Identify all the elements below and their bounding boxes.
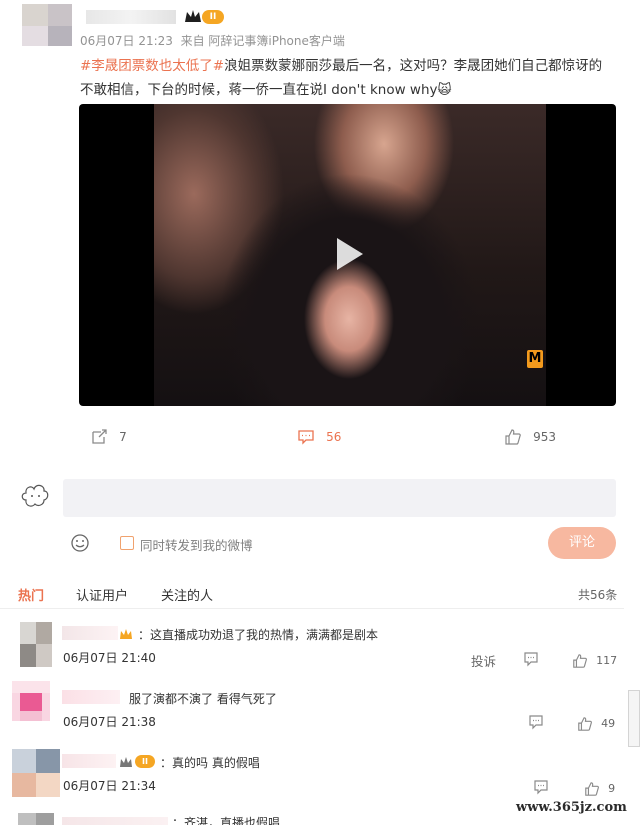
hashtag-link[interactable]: #李晟团票数也太低了# <box>80 58 224 74</box>
comment-text: 服了演都不演了 看得气死了 <box>129 692 277 706</box>
comment-username[interactable] <box>62 690 120 704</box>
video-player[interactable]: M <box>79 104 616 406</box>
comment-avatar[interactable] <box>12 749 60 797</box>
comment-time: 06月07日 21:40 <box>63 651 156 665</box>
comment-username[interactable] <box>62 817 168 825</box>
tab-following[interactable]: 关注的人 <box>161 585 213 604</box>
user-avatar-placeholder <box>18 478 52 512</box>
comment-like-button[interactable]: 9 <box>584 778 615 796</box>
commenter-badge-icon <box>119 626 133 640</box>
comment-count: 56 <box>326 429 342 444</box>
thumb-up-icon <box>585 781 599 796</box>
comment-like-count: 117 <box>596 654 618 667</box>
comment-icon <box>298 429 314 445</box>
author-name[interactable] <box>86 10 176 24</box>
thumb-up-icon <box>573 653 587 668</box>
comment-text: ：这直播成功劝退了我的热情，满满都是剧本 <box>138 628 379 642</box>
comment-reply-icon[interactable] <box>528 714 544 730</box>
post-text: #李晟团票数也太低了#浪姐票数蒙娜丽莎最后一名，这对吗？李晟团她们自己都惊讶的 … <box>80 54 620 102</box>
comment-avatar[interactable] <box>20 622 52 667</box>
comment-like-count: 9 <box>608 782 616 795</box>
like-count: 953 <box>533 429 556 444</box>
comment-like-button[interactable]: 49 <box>577 713 615 731</box>
thumb-up-icon <box>505 428 521 445</box>
watermark: www.365jz.com <box>516 800 627 815</box>
comment-text: ：真的吗 真的假唱 <box>160 756 260 770</box>
comment-input[interactable] <box>63 479 616 517</box>
comment-button[interactable]: 56 <box>297 426 341 446</box>
comment-like-count: 49 <box>601 717 616 730</box>
video-logo: M <box>527 350 543 368</box>
report-link[interactable]: 投诉 <box>471 651 496 670</box>
scream-emoji: 🙀 <box>437 82 452 98</box>
member-badge: II <box>135 755 155 768</box>
scrollbar[interactable] <box>628 690 640 747</box>
comment-username[interactable] <box>62 754 116 768</box>
comment-like-button[interactable]: 117 <box>572 650 617 668</box>
comment-total: 共56条 <box>578 588 618 602</box>
repost-checkbox[interactable] <box>120 536 134 550</box>
post-meta: 06月07日 21:23 来自 阿辞记事簿iPhone客户端 <box>80 34 345 48</box>
repost-checkbox-label: 同时转发到我的微博 <box>140 538 253 553</box>
comment-text: ：齐湛，直播也假唱 <box>172 816 281 825</box>
emoji-button[interactable] <box>70 533 90 553</box>
comment-avatar[interactable] <box>12 681 50 721</box>
post-text-line2: 不敢相信，下台的时候，蒋一侨一直在说I don't know why <box>80 82 438 98</box>
play-icon[interactable] <box>325 232 369 276</box>
tabs-divider <box>0 608 624 609</box>
smiley-icon <box>71 534 89 552</box>
repost-button[interactable]: 7 <box>90 426 127 446</box>
comment-reply-icon[interactable] <box>533 779 549 795</box>
repost-count: 7 <box>119 429 127 444</box>
tab-hot[interactable]: 热门 <box>18 585 44 604</box>
comment-reply-icon[interactable] <box>523 651 539 667</box>
comment-time: 06月07日 21:38 <box>63 715 156 729</box>
author-avatar[interactable] <box>22 4 72 46</box>
comment-time: 06月07日 21:34 <box>63 779 156 793</box>
post-text-line1: 浪姐票数蒙娜丽莎最后一名，这对吗？李晟团她们自己都惊讶的 <box>224 58 603 74</box>
tab-verified-users[interactable]: 认证用户 <box>76 585 128 604</box>
comment-username[interactable] <box>62 626 118 640</box>
crown-icon <box>119 754 133 768</box>
crown-icon <box>184 8 202 24</box>
thumb-up-icon <box>578 716 592 731</box>
like-button[interactable]: 953 <box>504 426 556 446</box>
repost-icon <box>92 428 107 444</box>
submit-comment-button[interactable]: 评论 <box>548 527 616 559</box>
comment-avatar[interactable] <box>18 813 54 825</box>
member-badge: II <box>202 10 224 24</box>
